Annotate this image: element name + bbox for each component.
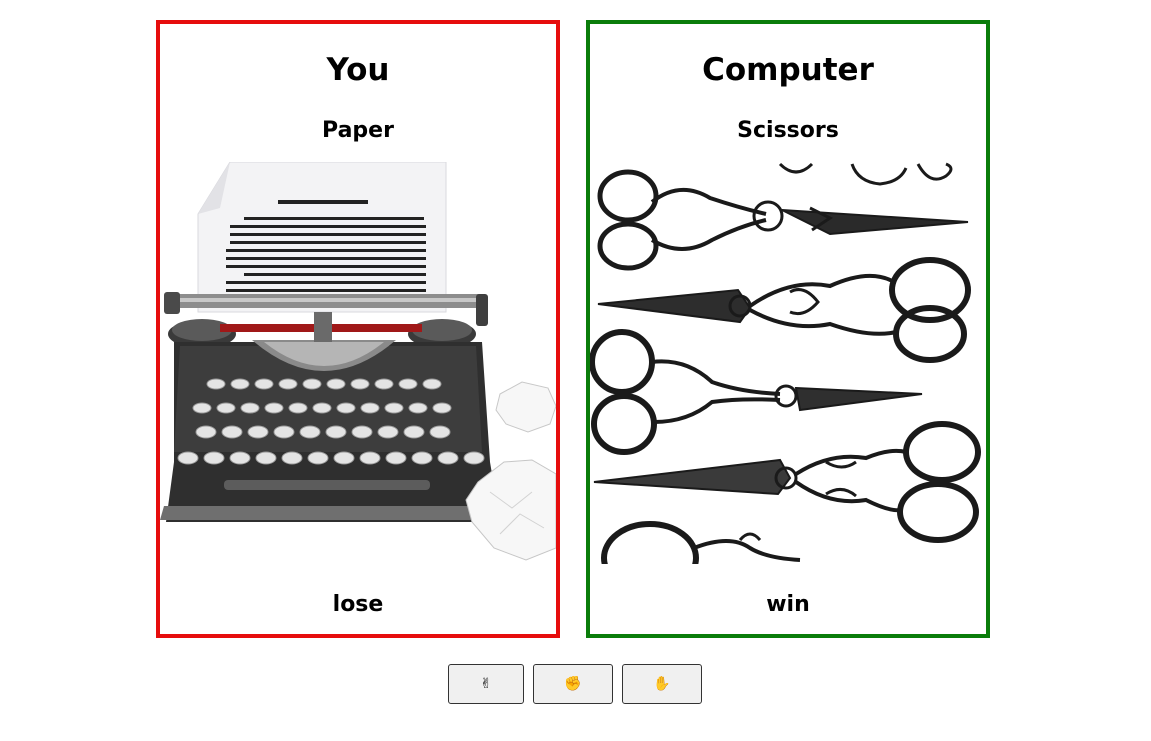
player-choice: Paper [322, 118, 394, 143]
player-heading: You [326, 52, 390, 88]
scissors-image [590, 162, 981, 564]
computer-choice: Scissors [737, 118, 839, 143]
computer-card: Computer Scissors win [586, 20, 990, 638]
choose-rock-button[interactable]: ✊ [533, 664, 613, 704]
choose-scissors-button[interactable]: ✌ [448, 664, 524, 704]
typewriter-image [160, 162, 556, 561]
player-result: lose [332, 592, 384, 617]
player-card: You Paper lose [156, 20, 560, 638]
computer-heading: Computer [702, 52, 874, 88]
computer-result: win [766, 592, 810, 617]
game-board: You Paper lose Computer Scissors win ✌ ✊… [0, 0, 1151, 741]
choose-paper-button[interactable]: ✋ [622, 664, 702, 704]
